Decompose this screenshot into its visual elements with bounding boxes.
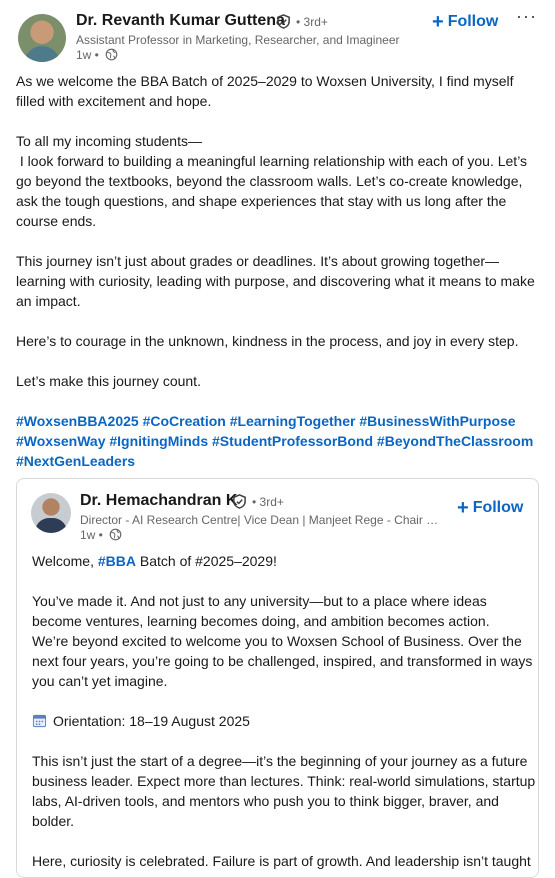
welcome-suffix: Batch of #2025–2029!: [136, 553, 277, 569]
shared-welcome-line: Welcome, #BBA Batch of #2025–2029!: [32, 551, 537, 571]
shared-paragraph-2: You’ve made it. And not just to any univ…: [32, 593, 490, 629]
shared-follow-button[interactable]: + Follow: [457, 497, 523, 520]
shared-post-time: 1w •: [80, 528, 122, 542]
orientation-text: Orientation: 18–19 August 2025: [53, 713, 250, 729]
post-hashtags[interactable]: #WoxsenBBA2025 #CoCreation #LearningToge…: [16, 411, 544, 471]
bba-hashtag-link[interactable]: #BBA: [98, 553, 136, 569]
shared-paragraph-5: This isn’t just the start of a degree—it…: [32, 753, 536, 829]
shared-connection-degree: • 3rd+: [252, 495, 284, 509]
post-paragraph-2: I look forward to building a meaningful …: [16, 153, 531, 229]
post-paragraph-5: Let’s make this journey count.: [16, 373, 201, 389]
feed-post: Dr. Revanth Kumar Guttena • 3rd+ Assista…: [0, 0, 555, 878]
connection-degree: • 3rd+: [296, 15, 328, 29]
shared-paragraph-3: We’re beyond excited to welcome you to W…: [32, 633, 533, 689]
shared-post-time-label: 1w •: [80, 528, 103, 542]
post-paragraph-1: As we welcome the BBA Batch of 2025–2029…: [16, 73, 514, 109]
author-name[interactable]: Dr. Revanth Kumar Guttena: [76, 12, 285, 30]
author-headline: Assistant Professor in Marketing, Resear…: [76, 33, 400, 47]
shared-post-card[interactable]: Dr. Hemachandran K • 3rd+ Director - AI …: [16, 478, 539, 878]
more-icon[interactable]: ···: [516, 6, 537, 27]
post-paragraph-2-greeting: To all my incoming students—: [16, 133, 202, 149]
globe-icon: [105, 48, 118, 61]
shared-follow-label: Follow: [472, 499, 524, 516]
shared-author-avatar[interactable]: [31, 493, 71, 533]
globe-icon: [109, 528, 122, 541]
post-paragraph-3: This journey isn’t just about grades or …: [16, 253, 535, 309]
author-avatar[interactable]: [18, 14, 66, 62]
verified-shield-icon: [277, 14, 290, 29]
shared-orientation-line: Orientation: 18–19 August 2025: [32, 711, 537, 731]
calendar-icon: [32, 714, 47, 728]
plus-icon: +: [432, 11, 444, 33]
plus-icon: +: [457, 497, 469, 519]
shared-author-name[interactable]: Dr. Hemachandran K: [80, 492, 237, 510]
post-paragraph-4: Here’s to courage in the unknown, kindne…: [16, 333, 519, 349]
follow-label: Follow: [447, 13, 499, 30]
post-time: 1w •: [76, 48, 118, 62]
shared-paragraph-6: Here, curiosity is celebrated. Failure i…: [32, 853, 531, 877]
post-time-label: 1w •: [76, 48, 99, 62]
shared-author-headline: Director - AI Research Centre| Vice Dean…: [80, 513, 446, 527]
verified-shield-icon: [233, 494, 246, 509]
follow-button[interactable]: + Follow: [432, 11, 498, 34]
welcome-prefix: Welcome,: [32, 553, 98, 569]
